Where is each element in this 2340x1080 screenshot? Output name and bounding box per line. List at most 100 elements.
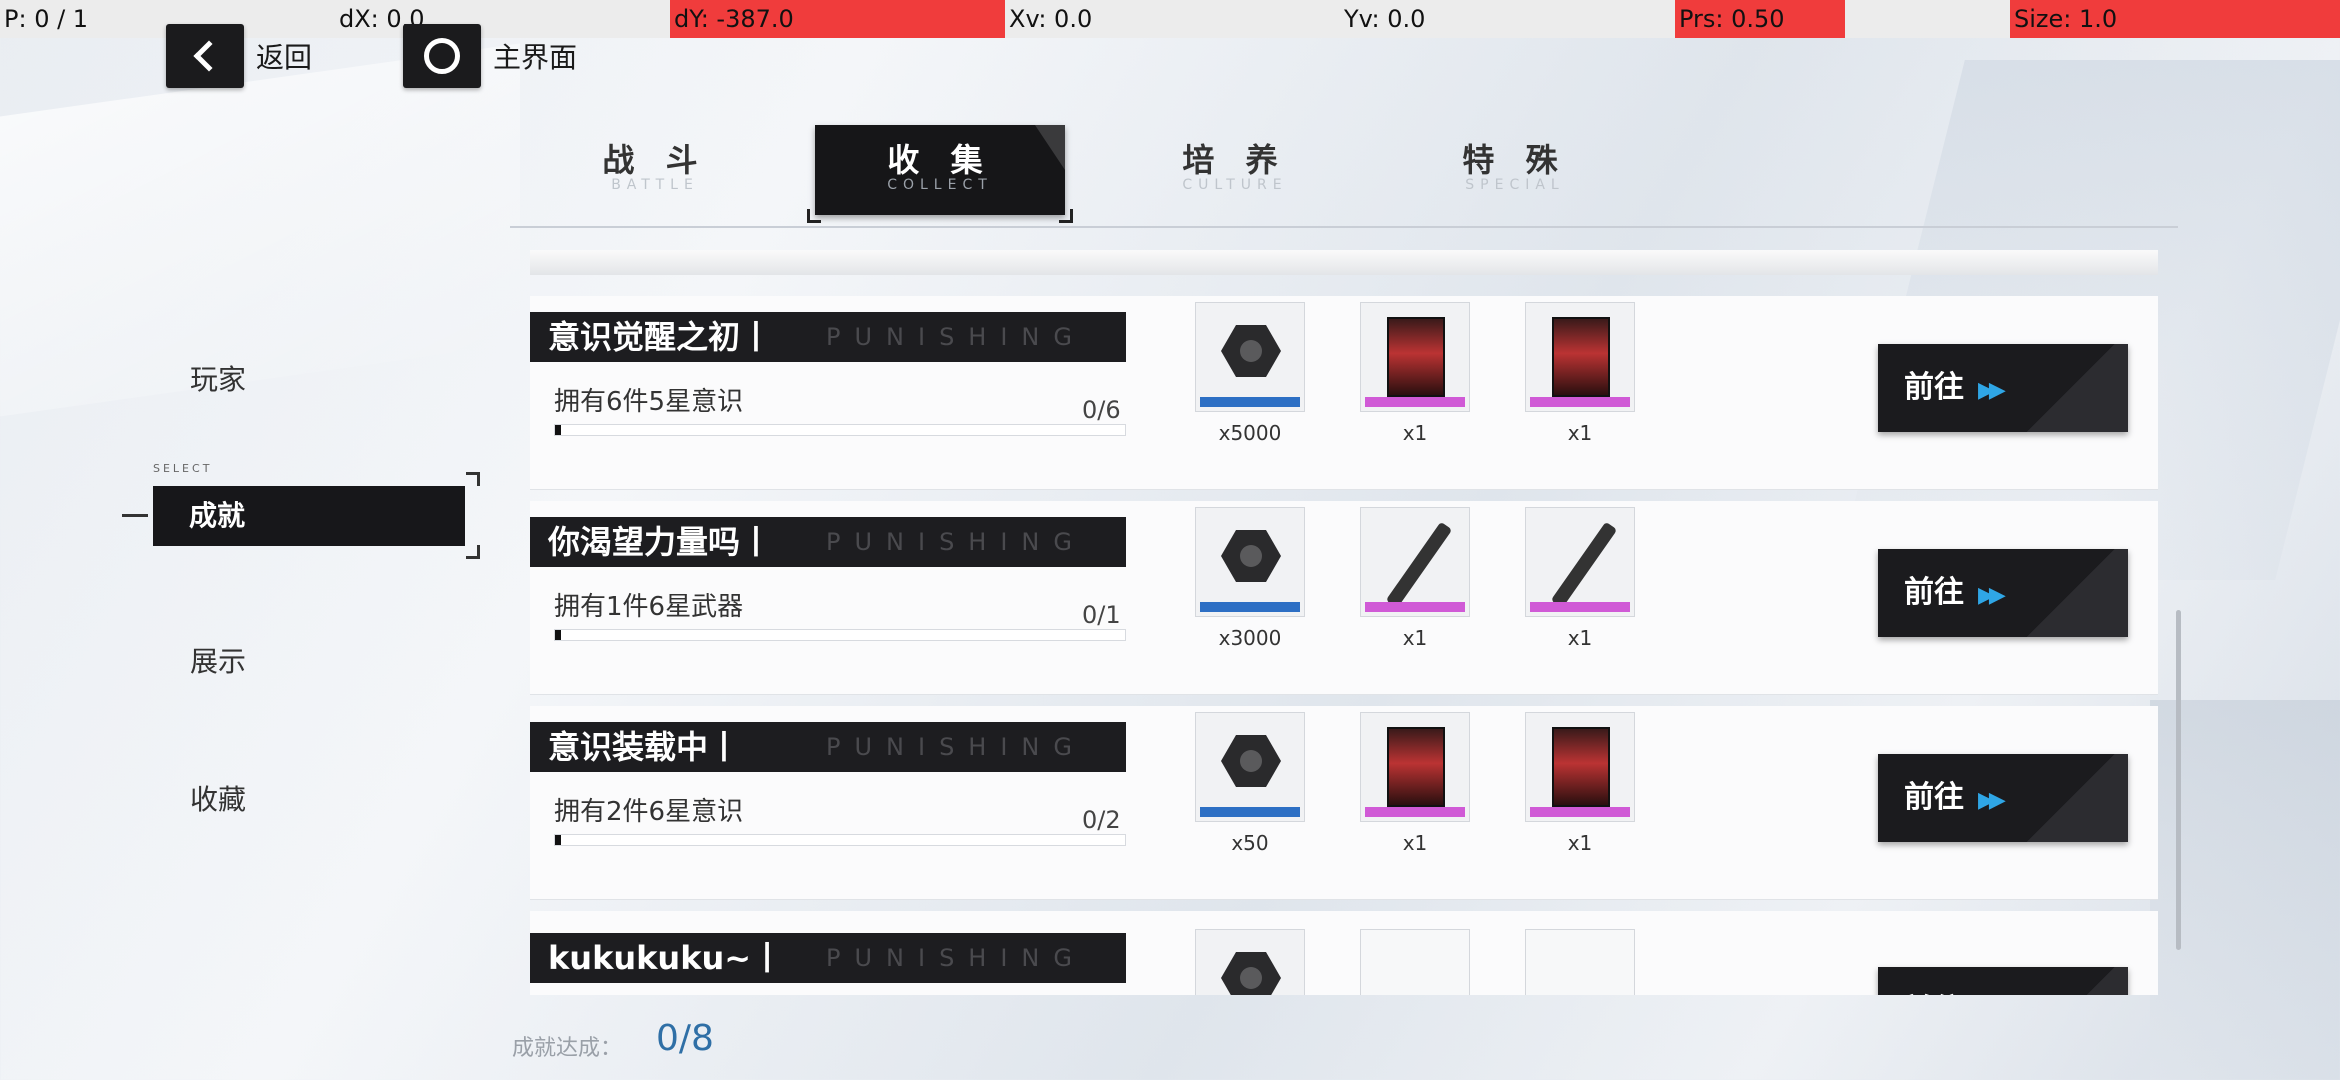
tab-sublabel: CULTURE [1182,177,1288,193]
achievement-total-value: 0/8 [656,1018,714,1059]
go-button[interactable]: 前往▶▶ [1878,967,2128,995]
reward-quantity: x1 [1402,421,1428,445]
go-button[interactable]: 前往 ▶▶ [1878,549,2128,637]
achievement-tag: PUNISHING [826,528,1086,556]
achievement-progress-text: 0/1 [1082,601,1121,629]
reward-quantity: x1 [1567,831,1593,855]
awareness-card-icon [1552,317,1610,397]
reward-quantity: x3000 [1218,626,1282,650]
tab-sublabel: BATTLE [611,177,699,193]
tab-battle[interactable]: 战 斗 BATTLE [530,125,780,215]
achievement-title-bar: 意识觉醒之初丨 PUNISHING [530,312,1126,362]
awareness-card-icon [1387,317,1445,397]
achievement-tag: PUNISHING [826,944,1086,972]
achievement-progress-bar [554,834,1126,846]
fast-forward-icon: ▶▶ [1978,378,2006,403]
reward-tier-strip [1530,807,1630,817]
reward-slot[interactable] [1525,712,1635,822]
achievement-progress-bar [554,629,1126,641]
achievement-total-label: 成就达成： [512,1036,623,1061]
debug-dy: dY: -387.0 [670,0,1005,38]
achievement-row: 意识装载中丨 PUNISHING 拥有2件6星意识 0/2 x50 x1 x1 … [530,706,2158,900]
home-button[interactable]: 主界面 [403,24,577,88]
awareness-card-icon [1387,727,1445,807]
debug-pressure: Prs: 0.50 [1675,0,1845,38]
fast-forward-icon: ▶▶ [1978,583,2006,608]
tab-sublabel: SPECIAL [1465,177,1565,193]
debug-size: Size: 1.0 [2010,0,2340,38]
reward-slot[interactable] [1195,929,1305,995]
achievement-title-bar: kukukuku~丨 PUNISHING [530,933,1126,983]
reward-tier-strip [1530,602,1630,612]
awareness-card-icon [1552,727,1610,807]
fast-forward-icon: ▶▶ [1978,788,2006,813]
achievement-title: 你渴望力量吗丨 [548,523,773,561]
reward-tier-strip [1365,602,1465,612]
reward-tier-strip [1200,807,1300,817]
achievement-title-bar: 意识装载中丨 PUNISHING [530,722,1126,772]
reward-slot[interactable] [1195,507,1305,617]
weapon-icon [1385,521,1453,609]
sidebar-item-display[interactable]: 展示 [190,640,246,680]
reward-slot[interactable] [1525,302,1635,412]
background-shape [0,43,520,417]
sidebar-item-achievement[interactable]: 成就 [153,486,465,546]
selection-marker [122,514,148,517]
reward-tier-strip [1200,602,1300,612]
reward-slot[interactable] [1360,507,1470,617]
go-button-label: 前往 [1904,370,1964,405]
achievement-list[interactable]: 意识觉醒之初丨 PUNISHING 拥有6件5星意识 0/6 x5000 x1 … [530,250,2158,995]
achievement-desc: 拥有6件5星意识 [554,387,744,417]
reward-slot[interactable] [1195,302,1305,412]
go-button-label: 前往 [1904,780,1964,815]
reward-tier-strip [1365,397,1465,407]
home-label: 主界面 [493,41,578,74]
go-button[interactable]: 前往 ▶▶ [1878,344,2128,432]
tab-bracket [807,209,821,223]
reward-tier-strip [1200,397,1300,407]
back-button[interactable]: 返回 [166,24,312,88]
achievement-row: 你渴望力量吗丨 PUNISHING 拥有1件6星武器 0/1 x3000 x1 … [530,501,2158,695]
achievement-tag: PUNISHING [826,323,1086,351]
achievement-progress-bar [554,424,1126,436]
tab-culture[interactable]: 培 养 CULTURE [1110,125,1360,215]
sidebar-item-collection[interactable]: 收藏 [190,778,246,818]
go-button[interactable]: 前往 ▶▶ [1878,754,2128,842]
reward-slot[interactable] [1525,507,1635,617]
reward-quantity: x1 [1567,626,1593,650]
tab-corner-decoration [1035,125,1065,170]
reward-slot[interactable] [1360,302,1470,412]
empty-reward-slot [1360,929,1470,995]
reward-slot[interactable] [1195,712,1305,822]
reward-quantity: x1 [1402,626,1428,650]
back-arrow-icon [166,24,244,88]
tab-collect[interactable]: 收 集 COLLECT [807,125,1073,223]
pointer-debug-bar: P: 0 / 1 dX: 0.0 dY: -387.0 Xv: 0.0 Yv: … [0,0,2340,38]
achievement-row: kukukuku~丨 PUNISHING 前往▶▶ [530,911,2158,995]
achievement-desc: 拥有2件6星意识 [554,797,744,827]
reward-quantity: x50 [1231,831,1269,855]
reward-quantity: x5000 [1218,421,1282,445]
reward-tier-strip [1365,807,1465,817]
list-scrollbar[interactable] [2176,610,2181,950]
reward-quantity: x1 [1567,421,1593,445]
empty-reward-slot [1525,929,1635,995]
selection-bracket [466,472,480,486]
sidebar-item-player[interactable]: 玩家 [190,358,246,398]
go-button-label: 前往 [1904,575,1964,610]
achievement-desc: 拥有1件6星武器 [554,592,744,622]
achievement-title: 意识装载中丨 [548,728,741,766]
go-button-label: 前往 [1904,993,1964,995]
achievement-progress-text: 0/2 [1082,806,1121,834]
weapon-icon [1550,521,1618,609]
select-tag: SELECT [153,462,213,475]
home-circle-icon [403,24,481,88]
achievement-row: 意识觉醒之初丨 PUNISHING 拥有6件5星意识 0/6 x5000 x1 … [530,296,2158,490]
achievement-title-bar: 你渴望力量吗丨 PUNISHING [530,517,1126,567]
debug-xv: Xv: 0.0 [1009,5,1093,33]
tab-special[interactable]: 特 殊 SPECIAL [1390,125,1640,215]
achievement-tag: PUNISHING [826,733,1086,761]
tab-bracket [1059,209,1073,223]
reward-slot[interactable] [1360,712,1470,822]
debug-yv: Yv: 0.0 [1344,5,1426,33]
